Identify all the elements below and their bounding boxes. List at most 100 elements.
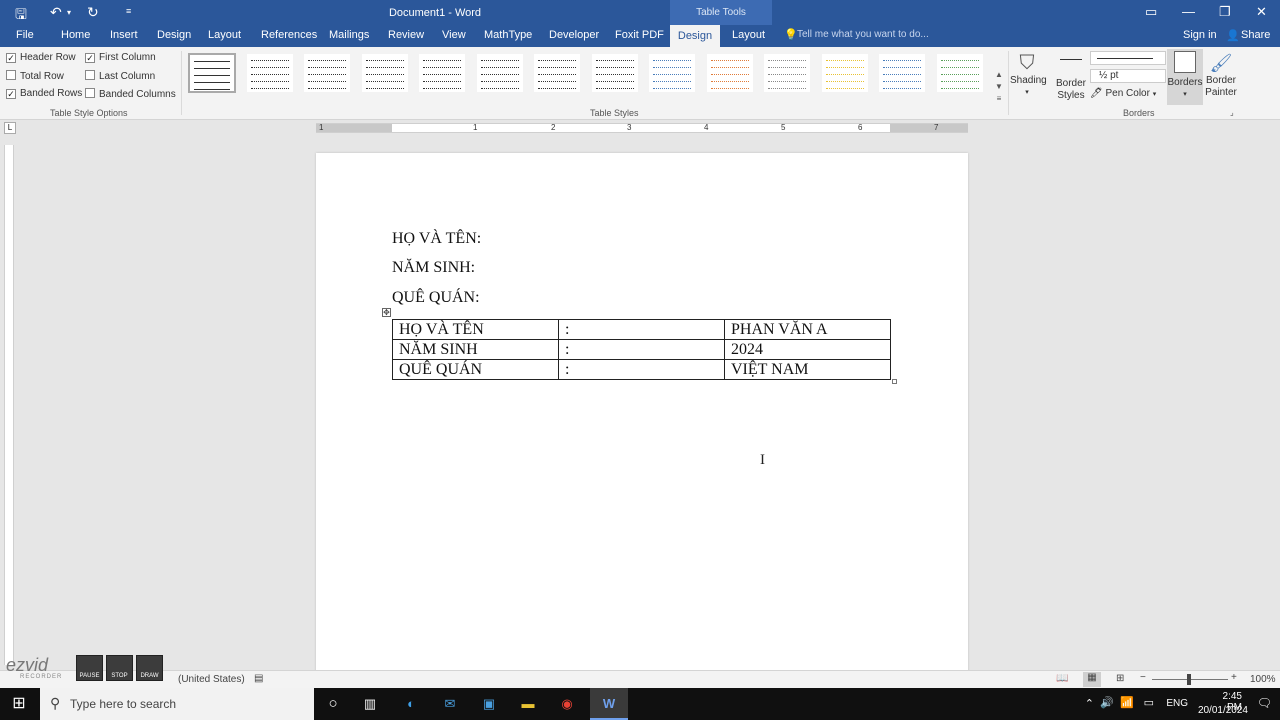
table-style-thumbnail[interactable] (188, 53, 236, 93)
border-painter-button[interactable]: 🖌 Border Painter (1204, 51, 1238, 99)
line-weight-dropdown[interactable]: ½ pt (1090, 69, 1166, 83)
battery-icon[interactable]: ▭ (1144, 696, 1154, 709)
restore-button[interactable]: ❐ (1219, 4, 1231, 20)
edge-icon[interactable]: ◐ (401, 694, 421, 714)
web-layout-icon[interactable]: ⊞ (1116, 673, 1124, 684)
table-style-thumbnail[interactable] (820, 53, 869, 93)
tab-mathtype[interactable]: MathType (484, 29, 532, 41)
close-button[interactable]: ✕ (1256, 4, 1267, 20)
tab-developer[interactable]: Developer (549, 29, 599, 41)
table-style-thumbnail[interactable] (360, 53, 409, 93)
pen-color-button[interactable]: 🖊 Pen Color ▾ (1090, 88, 1166, 101)
mail-icon[interactable]: ✉ (440, 694, 460, 714)
tab-references[interactable]: References (261, 29, 317, 41)
table-style-line (653, 88, 691, 89)
windows-start-icon[interactable]: ⊞ (9, 694, 29, 714)
header-row-checkbox[interactable]: ✓ Header Row (6, 52, 76, 63)
document-page[interactable]: HỌ VÀ TÊN: NĂM SINH: QUÊ QUÁN: ✥ HỌ VÀ T… (316, 153, 968, 673)
sign-in-link[interactable]: Sign in (1183, 29, 1217, 41)
stop-button[interactable]: STOP (106, 655, 133, 681)
tab-table-layout[interactable]: Layout (732, 29, 765, 41)
tab-mailings[interactable]: Mailings (329, 29, 369, 41)
task-view-icon[interactable]: ▥ (360, 694, 380, 714)
table-style-line (710, 67, 749, 68)
input-language[interactable]: ENG (1166, 698, 1188, 709)
notifications-icon[interactable]: 🗨 (1257, 696, 1272, 710)
table-cell[interactable]: VIỆT NAM (724, 359, 891, 380)
zoom-level[interactable]: 100% (1250, 674, 1276, 685)
table-style-thumbnail[interactable] (648, 53, 696, 93)
tell-me-search[interactable]: Tell me what you want to do... (797, 29, 929, 40)
chrome-icon[interactable]: ◉ (557, 694, 577, 714)
clock-date[interactable]: 20/01/2024 (1198, 705, 1248, 716)
table-style-thumbnail[interactable] (590, 53, 639, 93)
shading-button[interactable]: ⛉ Shading ▾ (1010, 51, 1047, 99)
wifi-icon[interactable]: 📶 (1120, 696, 1134, 709)
show-hidden-icons-icon[interactable]: ⌃ (1085, 697, 1094, 710)
store-icon[interactable]: ▣ (479, 694, 499, 714)
total-row-checkbox[interactable]: Total Row (6, 70, 64, 82)
ribbon-display-options-button[interactable]: ▭ (1145, 4, 1157, 20)
table-style-line (423, 67, 461, 68)
table-cell[interactable]: : (558, 359, 725, 380)
table-style-thumbnail[interactable] (705, 53, 754, 93)
table-style-thumbnail[interactable] (935, 53, 984, 93)
table-cell[interactable]: NĂM SINH (392, 339, 559, 360)
line-style-dropdown[interactable] (1090, 51, 1166, 65)
table-move-handle-icon[interactable]: ✥ (382, 308, 391, 317)
vertical-ruler[interactable] (4, 145, 14, 665)
horizontal-ruler[interactable]: 1 1 2 3 4 5 6 7 (316, 123, 968, 133)
tab-review[interactable]: Review (388, 29, 424, 41)
file-explorer-icon[interactable]: ▬ (518, 694, 538, 714)
table-style-thumbnail[interactable] (475, 53, 524, 93)
table-cell[interactable]: : (558, 339, 725, 360)
zoom-in-icon[interactable]: + (1231, 672, 1237, 683)
table-style-thumbnail[interactable] (533, 53, 581, 93)
table-cell[interactable]: QUÊ QUÁN (392, 359, 559, 380)
table-cell[interactable]: PHAN VĂN A (724, 319, 891, 340)
tab-selector[interactable]: L (4, 122, 16, 134)
table-style-thumbnail[interactable] (878, 53, 926, 93)
share-button[interactable]: Share (1241, 29, 1270, 41)
tab-insert[interactable]: Insert (110, 29, 138, 41)
taskbar-search[interactable]: ⚲ Type here to search (40, 688, 314, 720)
gallery-scroll-down-icon[interactable]: ▼ (994, 82, 1004, 91)
zoom-out-icon[interactable]: − (1140, 672, 1146, 683)
word-taskbar-icon[interactable]: W (590, 688, 628, 720)
tab-design[interactable]: Design (157, 29, 191, 41)
print-layout-icon[interactable]: ▦ (1083, 672, 1101, 687)
info-table[interactable]: HỌ VÀ TÊN : PHAN VĂN A NĂM SINH : 2024 Q… (392, 319, 891, 380)
zoom-slider-thumb[interactable] (1187, 674, 1191, 685)
tab-file[interactable]: File (16, 29, 34, 41)
tab-layout[interactable]: Layout (208, 29, 241, 41)
cortana-icon[interactable]: ○ (323, 694, 343, 714)
table-style-thumbnail[interactable] (418, 53, 466, 93)
table-cell[interactable]: HỌ VÀ TÊN (392, 319, 559, 340)
tab-table-design[interactable]: Design (670, 25, 720, 47)
banded-rows-checkbox[interactable]: ✓ Banded Rows (6, 88, 82, 99)
table-cell[interactable]: : (558, 319, 725, 340)
border-styles-button[interactable]: Border Styles (1054, 53, 1088, 102)
dialog-launcher-icon[interactable]: ⌟ (1230, 108, 1234, 117)
language-status[interactable]: (United States) (178, 674, 245, 685)
banded-columns-checkbox[interactable]: Banded Columns (85, 88, 176, 100)
tab-home[interactable]: Home (61, 29, 90, 41)
gallery-scroll-up-icon[interactable]: ▲ (994, 70, 1004, 79)
draw-button[interactable]: DRAW (136, 655, 163, 681)
pause-button[interactable]: PAUSE (76, 655, 103, 681)
read-mode-icon[interactable]: 📖 (1056, 673, 1068, 684)
gallery-more-icon[interactable]: ≡ (994, 94, 1004, 103)
table-cell[interactable]: 2024 (724, 339, 891, 360)
table-style-thumbnail[interactable] (763, 53, 811, 93)
last-column-checkbox[interactable]: Last Column (85, 70, 155, 82)
minimize-button[interactable]: — (1182, 4, 1195, 19)
volume-icon[interactable]: 🔊 (1100, 696, 1114, 709)
first-column-checkbox[interactable]: ✓ First Column (85, 52, 156, 63)
borders-button[interactable]: Borders ▾ (1167, 49, 1203, 105)
table-style-thumbnail[interactable] (303, 53, 351, 93)
table-resize-handle[interactable] (892, 379, 897, 384)
tab-foxit-pdf[interactable]: Foxit PDF (615, 29, 664, 41)
macro-record-icon[interactable]: ▤ (254, 673, 263, 684)
table-style-thumbnail[interactable] (245, 53, 294, 93)
tab-view[interactable]: View (442, 29, 466, 41)
